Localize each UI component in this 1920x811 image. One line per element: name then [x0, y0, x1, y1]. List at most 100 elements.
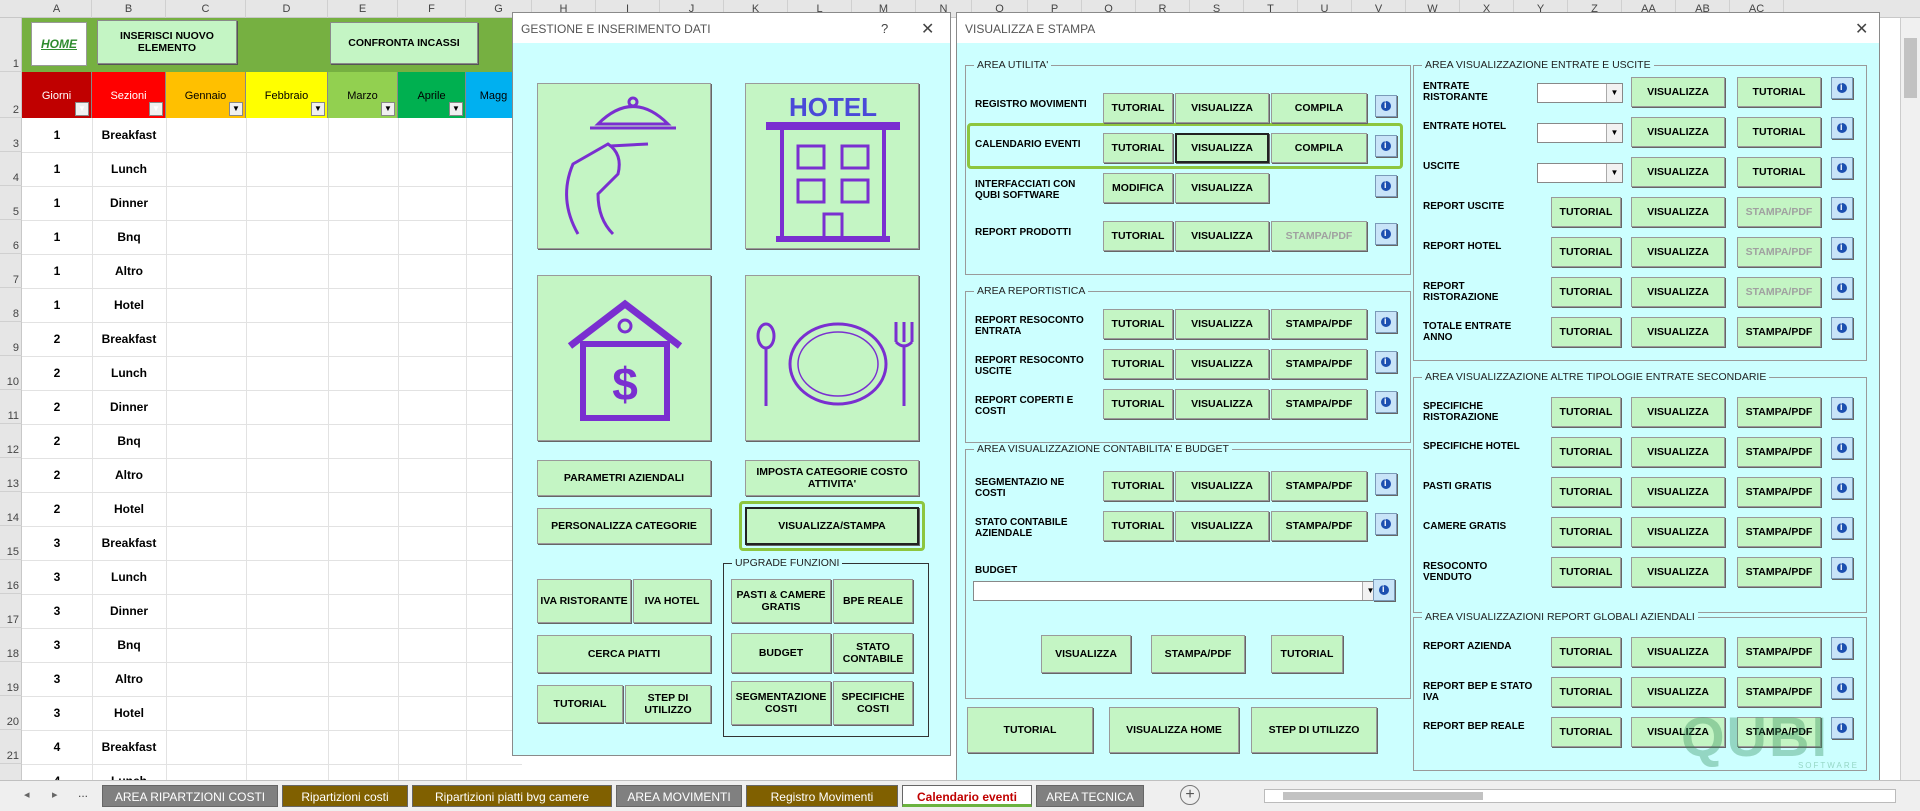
view-print-button[interactable]: VISUALIZZA/STAMPA — [745, 507, 919, 545]
info-icon[interactable] — [1831, 637, 1853, 659]
month-combobox[interactable]: ▼ — [1537, 83, 1623, 103]
day-cell[interactable]: 2 — [22, 434, 92, 448]
view-button[interactable]: VISUALIZZA — [1631, 677, 1725, 707]
info-icon[interactable] — [1375, 351, 1397, 373]
action-button[interactable]: STAMPA/PDF — [1271, 221, 1367, 251]
tutorial-button[interactable]: TUTORIAL — [1551, 197, 1621, 227]
tutorial-button[interactable]: TUTORIAL — [1103, 471, 1173, 501]
section-cell[interactable]: Hotel — [92, 706, 166, 720]
scrollbar-thumb[interactable] — [1283, 792, 1483, 800]
view-home-button[interactable]: VISUALIZZA HOME — [1109, 707, 1239, 753]
info-icon[interactable] — [1373, 579, 1395, 601]
month-header[interactable]: Aprile ▼ — [398, 72, 466, 118]
view-button[interactable]: VISUALIZZA — [1631, 637, 1725, 667]
row-header-18[interactable]: 18 — [0, 628, 22, 662]
filter-dropdown-icon[interactable]: ▼ — [149, 102, 163, 116]
view-button[interactable]: VISUALIZZA — [1631, 277, 1725, 307]
budget-tutorial-button[interactable]: TUTORIAL — [1271, 635, 1343, 673]
row-header-15[interactable]: 15 — [0, 526, 22, 560]
print-pdf-button[interactable]: STAMPA/PDF — [1737, 637, 1821, 667]
sheet-tab[interactable]: Ripartizioni piatti bvg camere — [412, 785, 612, 807]
bottom-tutorial-button[interactable]: TUTORIAL — [967, 707, 1093, 753]
filter-dropdown-icon[interactable]: ▼ — [311, 102, 325, 116]
row-header-2[interactable]: 2 — [0, 72, 22, 118]
print-pdf-button[interactable]: STAMPA/PDF — [1737, 477, 1821, 507]
view-button[interactable]: VISUALIZZA — [1631, 197, 1725, 227]
print-pdf-button[interactable]: STAMPA/PDF — [1737, 677, 1821, 707]
scrollbar-thumb[interactable] — [1904, 38, 1917, 98]
print-pdf-button[interactable]: STAMPA/PDF — [1737, 557, 1821, 587]
cost-segmentation-button[interactable]: SEGMENTAZIONE COSTI — [731, 681, 831, 725]
tutorial-button[interactable]: TUTORIAL — [1551, 677, 1621, 707]
column-header-F[interactable]: F — [398, 0, 466, 18]
vat-restaurant-button[interactable]: IVA RISTORANTE — [537, 579, 631, 623]
close-icon[interactable]: ✕ — [921, 19, 934, 39]
tutorial-button[interactable]: TUTORIAL — [1551, 477, 1621, 507]
view-button[interactable]: VISUALIZZA — [1175, 471, 1269, 501]
section-cell[interactable]: Breakfast — [92, 536, 166, 550]
filter-dropdown-icon[interactable]: ▼ — [449, 102, 463, 116]
info-icon[interactable] — [1831, 677, 1853, 699]
view-button[interactable]: VISUALIZZA — [1175, 309, 1269, 339]
month-header[interactable]: Gennaio ▼ — [166, 72, 246, 118]
home-link[interactable]: HOME — [31, 22, 87, 66]
info-icon[interactable] — [1831, 77, 1853, 99]
section-cell[interactable]: Lunch — [92, 366, 166, 380]
section-cell[interactable]: Dinner — [92, 196, 166, 210]
section-cell[interactable]: Bnq — [92, 434, 166, 448]
view-button[interactable]: VISUALIZZA — [1175, 221, 1269, 251]
close-icon[interactable]: ✕ — [1855, 19, 1868, 39]
view-button[interactable]: VISUALIZZA — [1175, 173, 1269, 203]
view-button[interactable]: VISUALIZZA — [1631, 477, 1725, 507]
tutorial-button[interactable]: TUTORIAL — [1103, 93, 1173, 123]
column-header-D[interactable]: D — [246, 0, 328, 18]
selected-view-button[interactable]: VISUALIZZA — [1175, 133, 1269, 163]
bottom-usage-steps-button[interactable]: STEP DI UTILIZZO — [1251, 707, 1377, 753]
view-button[interactable]: VISUALIZZA — [1631, 437, 1725, 467]
day-cell[interactable]: 2 — [22, 468, 92, 482]
company-parameters-button[interactable]: PARAMETRI AZIENDALI — [537, 460, 711, 496]
view-button[interactable]: VISUALIZZA — [1631, 317, 1725, 347]
day-cell[interactable]: 3 — [22, 672, 92, 686]
day-cell[interactable]: 2 — [22, 332, 92, 346]
tutorial-button[interactable]: TUTORIAL — [1551, 317, 1621, 347]
more-tabs-button[interactable]: ... — [78, 786, 88, 800]
print-pdf-button[interactable]: STAMPA/PDF — [1737, 517, 1821, 547]
month-header[interactable]: Marzo ▼ — [328, 72, 398, 118]
info-icon[interactable] — [1375, 135, 1397, 157]
view-button[interactable]: VISUALIZZA — [1175, 511, 1269, 541]
view-button[interactable]: VISUALIZZA — [1631, 397, 1725, 427]
section-cell[interactable]: Bnq — [92, 638, 166, 652]
day-cell[interactable]: 3 — [22, 536, 92, 550]
info-icon[interactable] — [1375, 175, 1397, 197]
action-button[interactable]: STAMPA/PDF — [1271, 511, 1367, 541]
horizontal-scrollbar[interactable] — [1264, 789, 1896, 803]
tutorial-button[interactable]: TUTORIAL — [1103, 389, 1173, 419]
print-pdf-button[interactable]: STAMPA/PDF — [1737, 277, 1821, 307]
day-cell[interactable]: 1 — [22, 162, 92, 176]
view-button[interactable]: VISUALIZZA — [1631, 77, 1725, 107]
budget-button[interactable]: BUDGET — [731, 633, 831, 673]
info-icon[interactable] — [1375, 513, 1397, 535]
view-button[interactable]: VISUALIZZA — [1175, 93, 1269, 123]
vertical-scrollbar[interactable] — [1900, 18, 1920, 780]
view-button[interactable]: VISUALIZZA — [1631, 237, 1725, 267]
cost-specifics-button[interactable]: SPECIFICHE COSTI — [833, 681, 913, 725]
scroll-right-icon[interactable]: ▸ — [52, 788, 58, 801]
section-cell[interactable]: Dinner — [92, 400, 166, 414]
info-icon[interactable] — [1831, 237, 1853, 259]
sheet-tab[interactable]: AREA RIPARTZIONI COSTI — [102, 785, 278, 807]
print-pdf-button[interactable]: STAMPA/PDF — [1737, 397, 1821, 427]
row-header-1[interactable]: 1 — [0, 18, 22, 72]
row-header-7[interactable]: 7 — [0, 254, 22, 288]
info-icon[interactable] — [1375, 391, 1397, 413]
tutorial-button[interactable]: MODIFICA — [1103, 173, 1173, 203]
filter-dropdown-icon[interactable]: ▼ — [229, 102, 243, 116]
section-cell[interactable]: Bnq — [92, 230, 166, 244]
section-cell[interactable]: Altro — [92, 672, 166, 686]
section-cell[interactable]: Dinner — [92, 604, 166, 618]
view-button[interactable]: VISUALIZZA — [1175, 389, 1269, 419]
column-header-C[interactable]: C — [166, 0, 246, 18]
info-icon[interactable] — [1375, 223, 1397, 245]
info-icon[interactable] — [1831, 477, 1853, 499]
